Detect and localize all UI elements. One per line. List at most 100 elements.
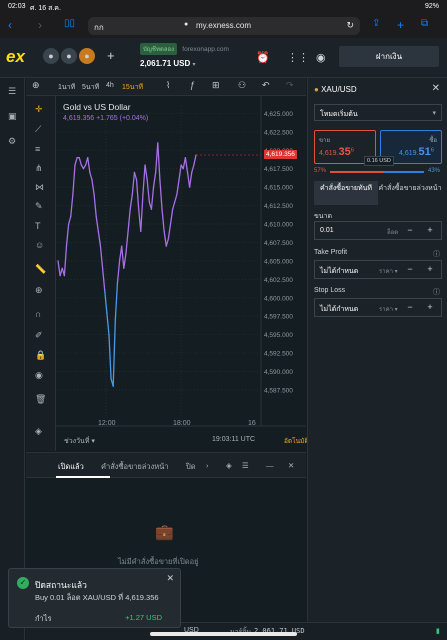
favorite-instrument-icon[interactable]: ● <box>61 48 77 64</box>
zoom-in-icon[interactable]: ⊕ <box>35 285 43 296</box>
check-icon: ✓ <box>17 577 29 589</box>
price-line-segment <box>191 164 195 174</box>
y-tick-label: 4,600.000 <box>264 295 293 302</box>
tab-market-order[interactable]: คำสั่งซื้อขายทันที <box>314 181 378 205</box>
close-icon[interactable]: ✕ <box>432 83 440 94</box>
panel-symbol: ● XAU/USD <box>314 85 357 94</box>
left-sidebar: ☰ ▣ ⚙ <box>0 78 25 640</box>
take-profit-plus-button[interactable]: + <box>421 264 439 274</box>
compare-icon[interactable]: ⊞ <box>212 80 220 91</box>
text-tool-icon[interactable]: T <box>35 221 41 231</box>
timeframe-15m[interactable]: 15นาที <box>122 82 143 93</box>
auto-scale-button[interactable]: อัตโนมัติ <box>284 436 309 446</box>
date-range-button[interactable]: ช่วงวันที่ ▾ <box>64 436 95 447</box>
stop-loss-minus-button[interactable]: − <box>401 302 419 312</box>
address-bar[interactable]: กก ● my.exness.com ↻ <box>88 17 360 35</box>
volume-minus-button[interactable]: − <box>401 225 419 235</box>
forward-icon[interactable]: › <box>38 18 42 32</box>
take-profit-unit[interactable]: ราคา ▾ <box>379 266 398 276</box>
stop-loss-value[interactable]: ไม่ได้กำหนด <box>320 304 358 315</box>
layers-icon[interactable]: ◈ <box>35 426 42 437</box>
trash-icon[interactable]: 🗑 <box>35 394 46 405</box>
reader-settings[interactable]: กก <box>94 21 104 34</box>
new-tab-icon[interactable]: + <box>397 18 404 32</box>
trend-line-icon[interactable]: ⟋ <box>35 124 41 135</box>
tab-open-positions[interactable]: เปิดแล้ว <box>58 461 84 473</box>
indicators-icon[interactable]: ƒ <box>190 80 195 90</box>
ruler-icon[interactable]: 📏 <box>35 264 46 275</box>
add-instrument-icon[interactable]: + <box>107 48 115 63</box>
toast-profit-value: +1.27 USD <box>125 613 162 622</box>
gold-icon: ● <box>314 85 319 94</box>
order-mode-select[interactable]: โหมดเริ่มต้น ▾ <box>314 104 442 121</box>
back-icon[interactable]: ‹ <box>8 18 12 32</box>
eye-icon[interactable]: ◉ <box>35 370 43 381</box>
close-icon[interactable]: ✕ <box>288 461 294 470</box>
magnet-icon[interactable]: ∩ <box>35 309 41 319</box>
stay-drawing-icon[interactable]: ✐ <box>35 330 43 341</box>
tab-pending-order[interactable]: คำสั่งซื้อขายล่วงหน้า <box>378 181 442 205</box>
minimize-icon[interactable]: — <box>266 461 274 470</box>
favorite-instrument-icon[interactable]: ● <box>79 48 95 64</box>
info-icon[interactable]: ⓘ <box>433 249 440 259</box>
take-profit-value[interactable]: ไม่ได้กำหนด <box>320 266 358 277</box>
emoji-icon[interactable]: ☺ <box>35 240 44 250</box>
tabs-icon[interactable]: ⧉ <box>421 18 428 29</box>
volume-stepper[interactable]: 0.01 ล็อต − + <box>314 221 442 240</box>
exness-logo[interactable]: ex <box>6 47 25 67</box>
reload-icon[interactable]: ↻ <box>346 20 354 31</box>
stop-loss-field[interactable]: ไม่ได้กำหนด ราคา ▾ − + <box>314 298 442 317</box>
volume-value[interactable]: 0.01 <box>320 227 334 234</box>
brush-icon[interactable]: ✎ <box>35 201 43 212</box>
current-price-tag: 4,619.356 <box>264 149 297 159</box>
timeframe-1m[interactable]: 1นาที <box>58 82 75 93</box>
timeframe-4h[interactable]: 4h <box>106 82 114 89</box>
favorite-instrument-icon[interactable]: ● <box>43 48 59 64</box>
tab-closed[interactable]: ปิด <box>186 461 196 473</box>
stack-icon[interactable]: ☰ <box>242 461 249 470</box>
undo-icon[interactable]: ↶ <box>262 80 270 91</box>
chart-type-icon[interactable]: ⌇ <box>166 80 170 91</box>
profile-icon[interactable]: ◉ <box>316 51 326 64</box>
crosshair-icon[interactable]: ✛ <box>35 104 43 115</box>
chevron-down-icon: ▾ <box>192 62 196 68</box>
take-profit-minus-button[interactable]: − <box>401 264 419 274</box>
tab-pending-orders[interactable]: คำสั่งซื้อขายล่วงหน้า <box>101 461 169 473</box>
sentiment-sell-fill <box>330 171 384 173</box>
chevron-right-icon[interactable]: › <box>206 461 209 470</box>
apps-grid-icon[interactable]: ⋮⋮ <box>287 51 309 64</box>
take-profit-field[interactable]: ไม่ได้กำหนด ราคา ▾ − + <box>314 260 442 279</box>
account-balance: 2,061.71 USD ▾ <box>140 59 196 68</box>
add-indicator-icon[interactable]: ⊕ <box>32 80 40 91</box>
take-profit-label: Take Profit <box>314 249 348 256</box>
order-type-tabs: คำสั่งซื้อขายทันที คำสั่งซื้อขายล่วงหน้า <box>314 181 442 205</box>
price-chart[interactable]: 4,625.0004,622.5004,620.0004,617.5004,61… <box>56 96 309 451</box>
horizontal-lines-icon[interactable]: ≡ <box>35 144 40 154</box>
price-line-segment <box>176 179 180 196</box>
y-tick-label: 4,590.000 <box>264 369 293 376</box>
alarm-clock-icon[interactable]: ⏰ <box>256 51 270 64</box>
lock-drawings-icon[interactable]: 🔒 <box>35 350 46 361</box>
calendar-icon[interactable]: ▣ <box>8 111 17 122</box>
settings-gear-icon[interactable]: ⚙ <box>8 136 16 147</box>
volume-plus-button[interactable]: + <box>421 225 439 235</box>
close-icon[interactable]: ✕ <box>166 573 174 584</box>
deposit-button[interactable]: ฝากเงิน <box>339 46 439 67</box>
price-line-segment <box>127 208 131 233</box>
share-icon[interactable]: ⇪ <box>372 18 380 29</box>
book-icon[interactable]: ▯▯ <box>64 18 75 29</box>
stop-loss-unit[interactable]: ราคา ▾ <box>379 304 398 314</box>
timeframe-5m[interactable]: 5นาที <box>82 82 99 93</box>
sentiment-bar <box>330 171 424 173</box>
template-icon[interactable]: ⚇ <box>238 80 246 91</box>
layers-toggle-icon[interactable]: ◈ <box>226 461 232 470</box>
signal-icon: ▮ <box>436 628 440 635</box>
stop-loss-plus-button[interactable]: + <box>421 302 439 312</box>
menu-list-icon[interactable]: ☰ <box>8 86 16 97</box>
account-selector[interactable]: บัญชีทดลอง forexonapp.com 2,061.71 USD ▾ <box>140 43 229 68</box>
active-tab-indicator <box>56 476 110 478</box>
redo-icon[interactable]: ↷ <box>286 80 294 91</box>
channel-icon[interactable]: ⋔ <box>35 163 43 174</box>
fib-icon[interactable]: ⋈ <box>35 182 44 193</box>
info-icon[interactable]: ⓘ <box>433 287 440 297</box>
